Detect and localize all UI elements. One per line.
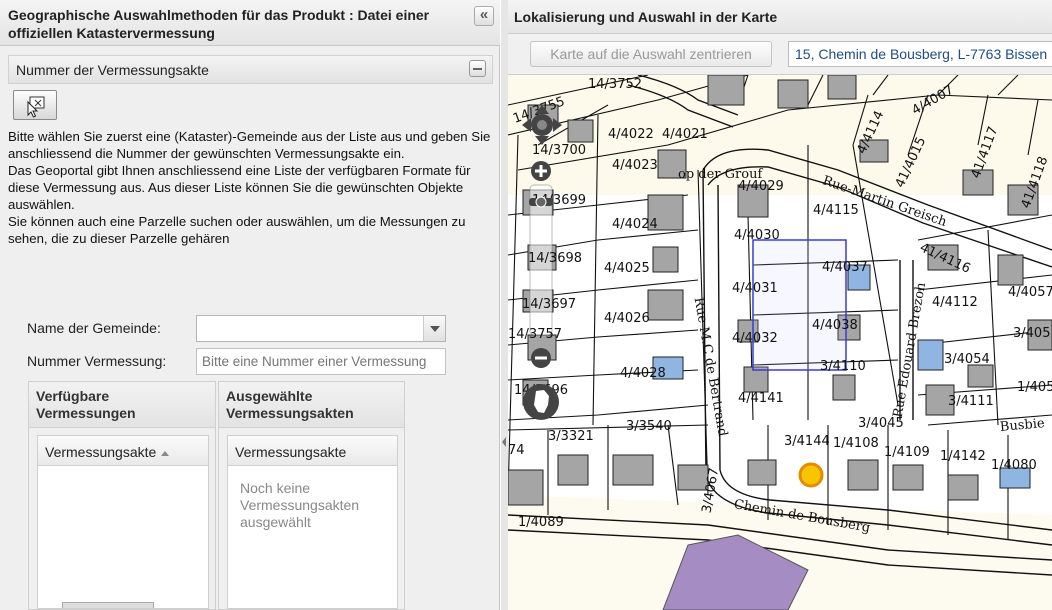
zoom-in-button[interactable] <box>530 160 552 182</box>
available-surveys-grid[interactable]: Vermessungsakte <box>37 435 209 609</box>
collapse-panel-button[interactable]: « <box>474 6 494 26</box>
parcel-label: 4/4025 <box>604 261 650 276</box>
parcel-label: 3/4054 <box>944 352 990 367</box>
chevron-down-icon[interactable] <box>423 316 445 341</box>
selected-surveys-grid[interactable]: Vermessungsakte Noch keine Vermessungsak… <box>227 435 398 609</box>
instruction-line-2: Das Geoportal gibt Ihnen anschliessend e… <box>8 163 471 212</box>
parcel-label: 1/4142 <box>940 449 986 464</box>
selected-surveys-body: Vermessungsakte Noch keine Vermessungsak… <box>219 428 404 609</box>
parcel-label: 4/4032 <box>732 331 778 346</box>
available-column-header[interactable]: Vermessungsakte <box>38 436 208 466</box>
section-header: Nummer der Vermessungsakte <box>8 55 493 84</box>
parcel-label: 4/4028 <box>620 366 666 381</box>
parcel-label: 3/4111 <box>948 394 994 409</box>
instruction-line-1: Bitte wählen Sie zuerst eine (Kataster)-… <box>8 129 491 161</box>
select-on-map-icon <box>27 96 45 118</box>
panel-splitter[interactable] <box>501 0 508 610</box>
parcel-label: 4/4022 <box>608 127 654 142</box>
horizontal-scrollbar[interactable] <box>62 602 154 608</box>
parcel-label: 1/405 <box>1017 380 1052 395</box>
pan-icon[interactable] <box>520 103 564 147</box>
parcel-label: 1/4080 <box>991 458 1037 473</box>
parcel-label: 14/3697 <box>522 297 577 312</box>
parcel-label: 14/3698 <box>528 251 583 266</box>
parcel-label: 4/4031 <box>732 281 778 296</box>
parcel-label: 3/3540 <box>626 419 672 434</box>
parcel-label: 3/405 <box>1013 326 1051 341</box>
parcel-label: 4/4037 <box>822 260 868 275</box>
parcel-label: 1/4108 <box>833 436 879 451</box>
instruction-line-3: Sie können auch eine Parzelle suchen ode… <box>8 214 466 246</box>
world-icon[interactable] <box>522 383 560 421</box>
nummer-label: Nummer Vermessung: <box>27 353 167 369</box>
zoom-out-button[interactable] <box>530 347 552 369</box>
zoom-slider-handle[interactable] <box>528 195 554 209</box>
select-on-map-button[interactable] <box>13 90 57 120</box>
selected-column-header[interactable]: Vermessungsakte <box>228 436 397 466</box>
map-canvas[interactable] <box>508 75 1052 610</box>
parcel-label: 4/4115 <box>813 203 859 218</box>
instructions-text: Bitte wählen Sie zuerst eine (Kataster)-… <box>8 128 496 247</box>
gemeinde-select[interactable] <box>196 315 446 342</box>
center-on-selection-button[interactable]: Karte auf die Auswahl zentrieren <box>530 41 772 67</box>
cadastral-map[interactable]: op der Grouf Rue-Martin Greisch Rue M.C … <box>508 75 1052 610</box>
parcel-label: 3/4144 <box>784 434 830 449</box>
parcel-label: 4/4023 <box>612 158 658 173</box>
left-panel-header: Geographische Auswahlmethoden für das Pr… <box>0 0 500 46</box>
parcel-label: 4/4030 <box>734 228 780 243</box>
parcel-label: 4/4024 <box>612 217 658 232</box>
parcel-label: 3/4045 <box>858 416 904 431</box>
map-panel-title: Lokalisierung und Auswahl in der Karte <box>508 0 1052 34</box>
parcel-label: 4/4021 <box>662 127 708 142</box>
parcel-label: 4/4029 <box>738 179 784 194</box>
collapse-section-button[interactable] <box>469 60 486 77</box>
parcel-label: 1/4109 <box>884 445 930 460</box>
parcel-label: 3/4110 <box>820 359 866 374</box>
parcel-label: 4/4057 <box>1008 285 1052 300</box>
left-panel-title: Geographische Auswahlmethoden für das Pr… <box>8 7 430 41</box>
gemeinde-label: Name der Gemeinde: <box>27 320 161 336</box>
left-panel: Geographische Auswahlmethoden für das Pr… <box>0 0 500 610</box>
section-title: Nummer der Vermessungsakte <box>16 62 209 78</box>
selected-surveys-panel: Ausgewählte Vermessungsakten Vermessungs… <box>218 381 405 610</box>
available-surveys-body: Vermessungsakte <box>29 428 215 609</box>
parcel-label: 1/4089 <box>518 515 564 530</box>
available-surveys-panel: Verfügbare Vermessungen Vermessungsakte <box>28 381 216 610</box>
parcel-label: 14/3757 <box>508 327 563 342</box>
empty-grid-text: Noch keine Vermessungsakten ausgewählt <box>240 480 360 530</box>
parcel-label: 4/4026 <box>604 311 650 326</box>
available-column-label: Vermessungsakte <box>45 444 157 460</box>
sort-ascending-icon <box>161 450 170 456</box>
selected-surveys-title: Ausgewählte Vermessungsakten <box>219 382 404 428</box>
collapse-arrow-icon[interactable] <box>502 437 506 447</box>
parcel-label: 14/3752 <box>588 77 643 92</box>
parcel-label: 3/3321 <box>548 429 594 444</box>
available-surveys-title: Verfügbare Vermessungen <box>29 382 215 428</box>
parcel-label: 4/4141 <box>738 391 784 406</box>
parcel-label: 4/4038 <box>812 318 858 333</box>
map-toolbar: Karte auf die Auswahl zentrieren 15, Che… <box>508 34 1052 75</box>
parcel-label: 4/4112 <box>932 295 978 310</box>
address-search-field[interactable]: 15, Chemin de Bousberg, L-7763 Bissen <box>788 41 1052 67</box>
nummer-input[interactable] <box>196 348 446 375</box>
parcel-label: 74 <box>508 443 525 458</box>
